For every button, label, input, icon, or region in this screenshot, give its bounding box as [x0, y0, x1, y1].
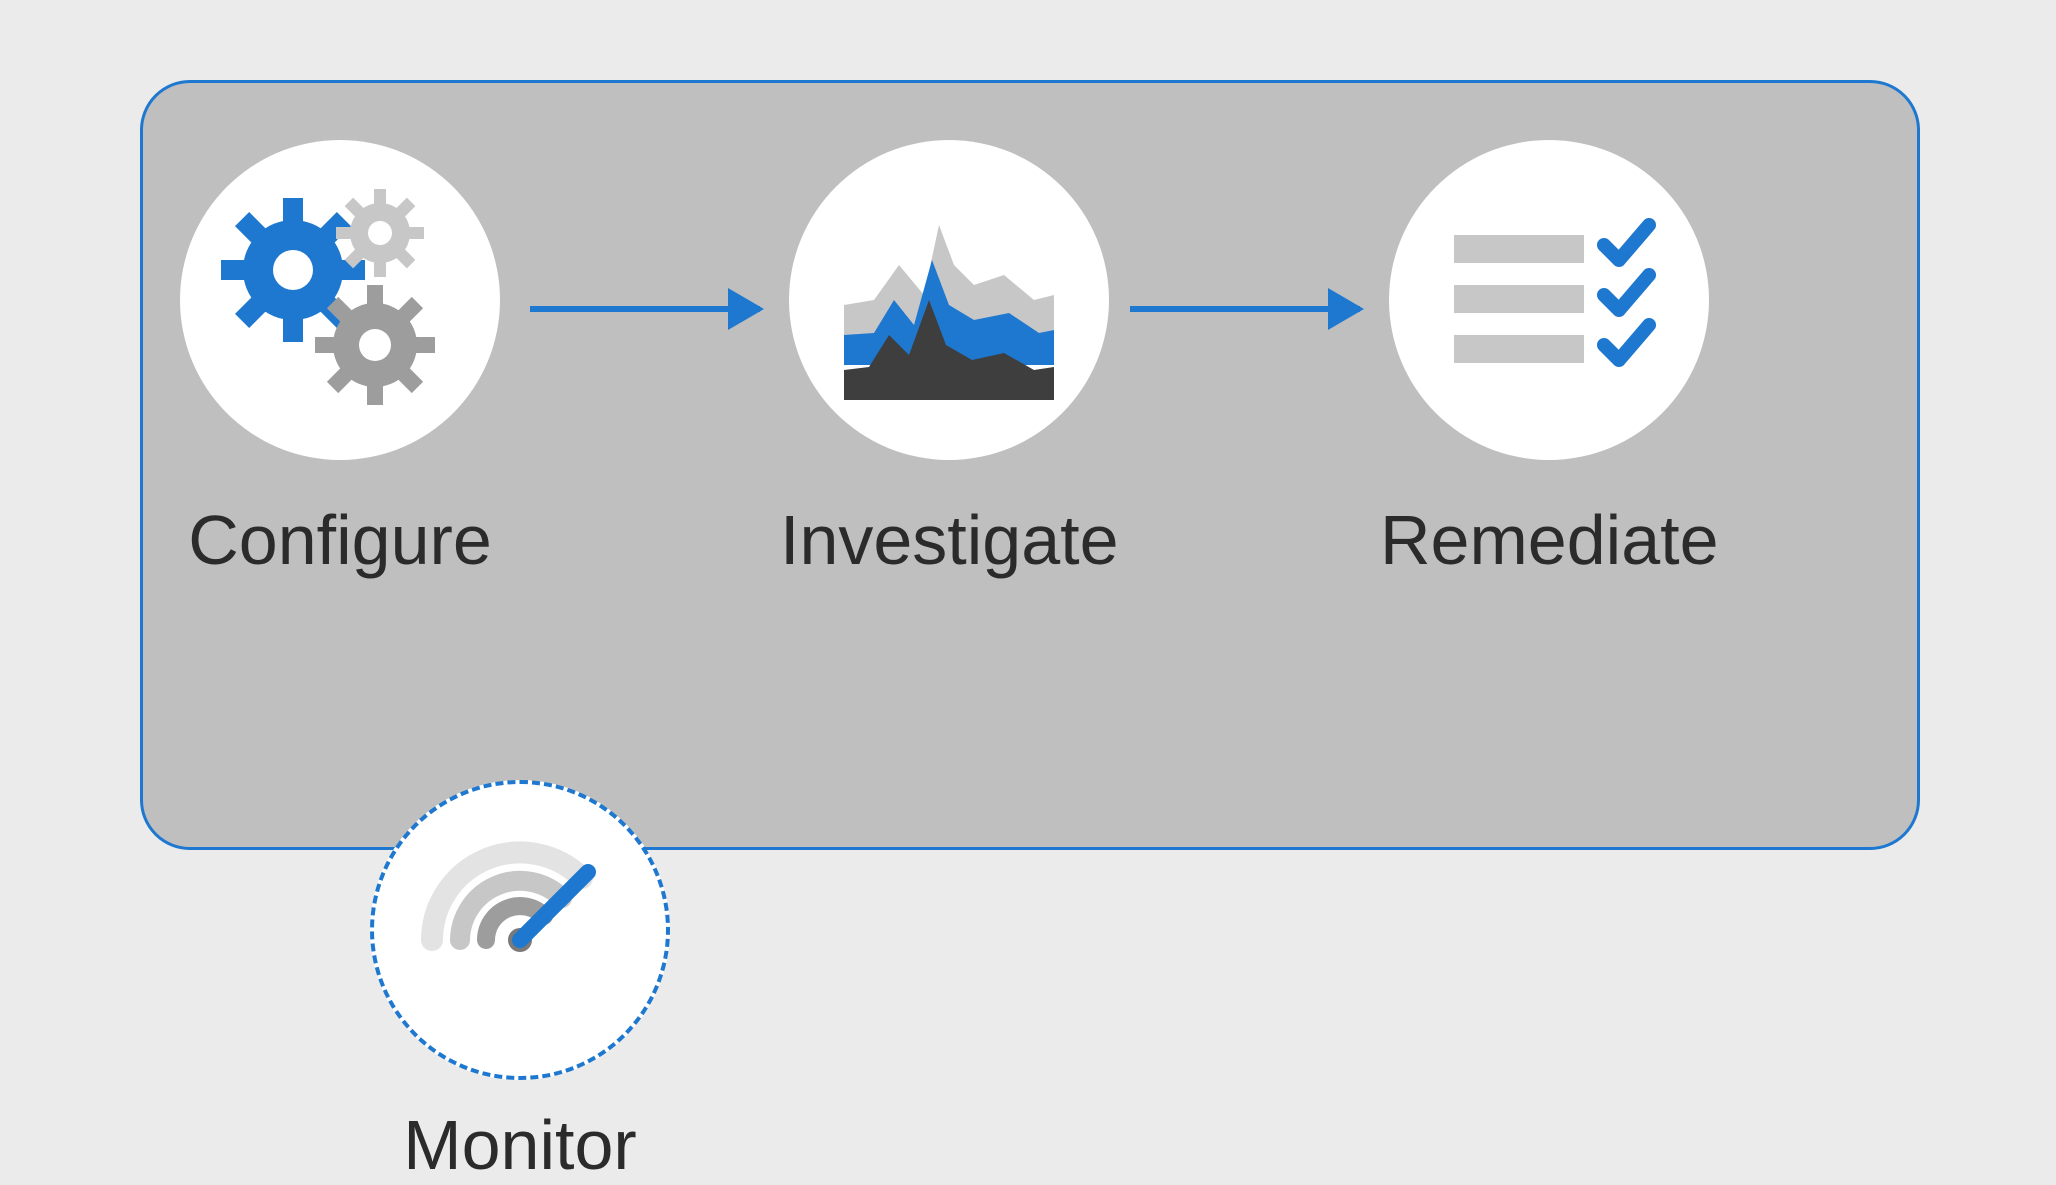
remediate-circle: [1389, 140, 1709, 460]
monitor-circle: [370, 780, 670, 1080]
configure-circle: [180, 140, 500, 460]
arrow-investigate-to-remediate: [1130, 306, 1360, 312]
step-remediate: Remediate: [1380, 140, 1719, 580]
step-monitor: Monitor: [370, 780, 670, 1185]
radar-target-icon: [405, 815, 635, 1045]
arrow-configure-to-investigate: [530, 306, 760, 312]
investigate-label: Investigate: [780, 500, 1119, 580]
checklist-icon: [1419, 175, 1679, 425]
remediate-label: Remediate: [1380, 500, 1719, 580]
gears-icon: [215, 175, 465, 425]
configure-label: Configure: [188, 500, 492, 580]
monitor-label: Monitor: [403, 1105, 636, 1185]
step-configure: Configure: [180, 140, 500, 580]
investigate-circle: [789, 140, 1109, 460]
chart-pulse-icon: [824, 175, 1074, 425]
step-investigate: Investigate: [780, 140, 1119, 580]
